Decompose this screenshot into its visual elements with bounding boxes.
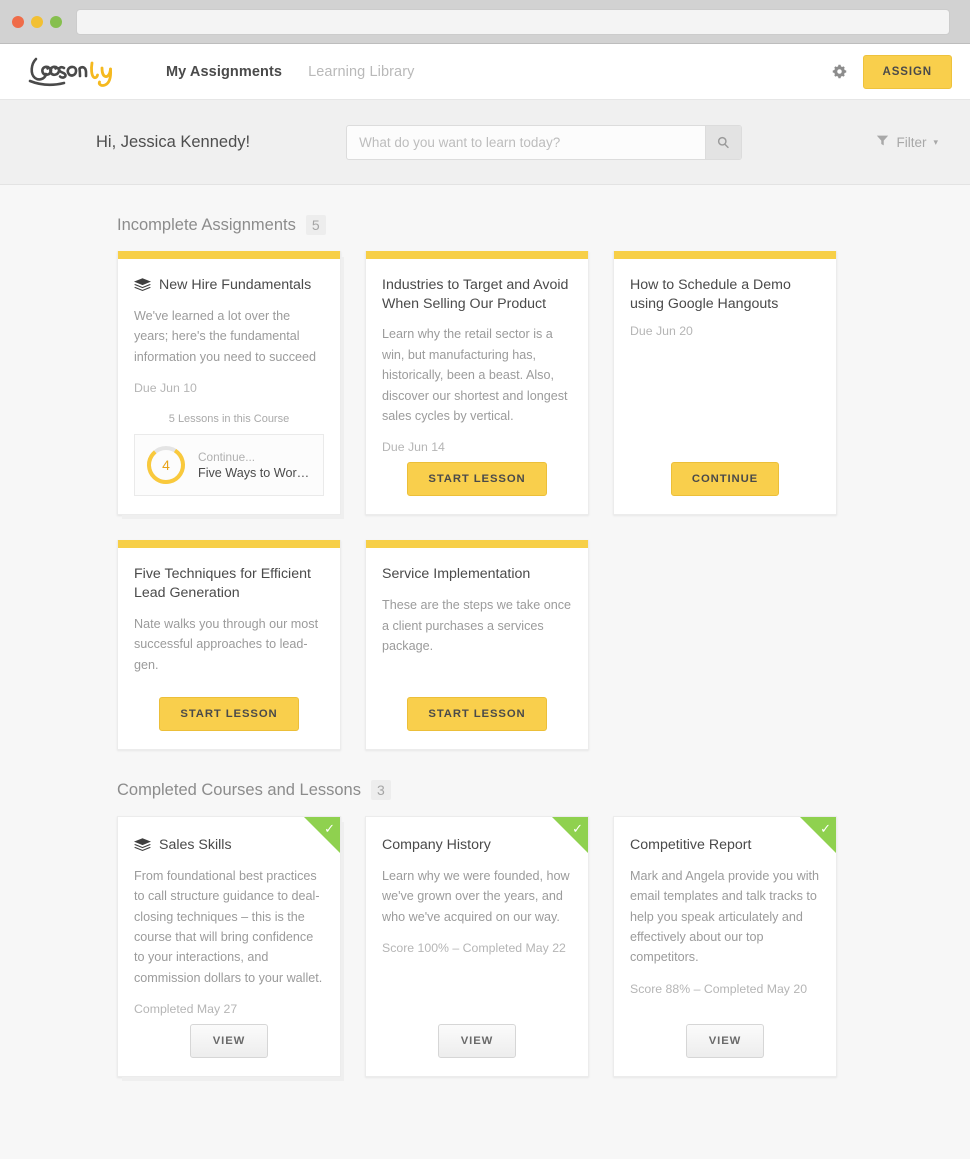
lessonly-logo[interactable] [26,50,122,94]
card-due-date: Due Jun 14 [382,440,445,455]
progress-ring: 4 [145,444,187,486]
url-bar[interactable] [76,8,950,35]
filter-label: Filter [896,134,927,150]
traffic-lights [12,15,62,28]
completed-ribbon: ✓ [304,817,340,854]
completed-card[interactable]: ✓ Company History Learn why we were foun… [365,816,589,1078]
card-due-date: Due Jun 10 [134,380,197,395]
assignment-card[interactable]: Service Implementation These are the ste… [365,540,589,751]
assignment-card[interactable]: Industries to Target and Avoid When Sell… [365,251,589,516]
minimize-dot[interactable] [31,15,43,28]
continue-lesson-box[interactable]: 4 Continue... Five Ways to Work Smart... [134,434,324,497]
card-accent-bar [614,251,836,259]
card-description: These are the steps we take once a clien… [382,598,572,653]
continue-button[interactable]: CONTINUE [670,462,780,497]
section-header-completed: Completed Courses and Lessons 3 [0,750,970,816]
card-score-and-date: Score 88% – Completed May 20 [630,981,808,996]
assignment-card[interactable]: New Hire Fundamentals We've learned a lo… [117,251,341,516]
card-accent-bar [118,540,340,549]
completed-card[interactable]: ✓ Competitive Report Mark and Angela pro… [613,816,837,1078]
close-dot[interactable] [12,15,24,28]
card-accent-bar [366,540,588,549]
card-title: Five Techniques for Efficient Lead Gener… [134,566,311,602]
card-description: Nate walks you through our most successf… [134,616,319,672]
gear-icon[interactable] [832,64,847,79]
completed-ribbon: ✓ [800,817,836,854]
stack-icon [134,278,151,293]
card-title: Industries to Target and Avoid When Sell… [382,277,569,312]
view-button[interactable]: VIEW [437,1024,517,1059]
card-accent-bar [118,251,340,259]
card-description: Mark and Angela provide you with email t… [630,868,820,965]
assignment-card[interactable]: Five Techniques for Efficient Lead Gener… [117,540,341,751]
search-input[interactable] [347,125,706,159]
search-bar [346,124,743,160]
chevron-down-icon: ▾ [933,136,938,147]
search-button[interactable] [705,125,742,159]
continue-label: Continue... [198,449,256,464]
section-count-badge: 5 [305,215,326,235]
zoom-dot[interactable] [50,15,62,28]
card-description: We've learned a lot over the years; here… [134,308,317,364]
greeting-text: Hi, Jessica Kennedy! [96,132,251,151]
check-icon: ✓ [820,821,831,837]
section-count-badge: 3 [370,780,391,801]
nav-right: ASSIGN [832,54,952,89]
card-title: Company History [382,837,491,854]
card-description: Learn why the retail sector is a win, bu… [382,327,568,424]
completed-courses-grid: ✓ Sales Skills From foundational best pr… [0,816,970,1078]
completed-ribbon: ✓ [552,817,588,854]
card-score-and-date: Score 100% – Completed May 22 [382,940,566,955]
nav-links: My Assignments Learning Library [166,64,414,80]
stack-icon [134,838,151,853]
card-title: Sales Skills [159,837,232,854]
assignment-card[interactable]: How to Schedule a Demo using Google Hang… [613,251,837,516]
funnel-icon [876,134,889,150]
card-description: Learn why we were founded, how we've gro… [382,868,570,924]
nav-link-my-assignments[interactable]: My Assignments [166,64,282,80]
card-due-date: Due Jun 20 [630,324,693,339]
view-button[interactable]: VIEW [189,1024,269,1059]
card-title: Service Implementation [382,566,531,583]
card-title: Competitive Report [630,837,752,854]
check-icon: ✓ [324,821,335,837]
greeting-bar: Hi, Jessica Kennedy! Filter ▾ [0,100,970,185]
start-lesson-button[interactable]: START LESSON [407,697,547,732]
nav-link-learning-library[interactable]: Learning Library [308,64,414,80]
card-title: How to Schedule a Demo using Google Hang… [630,277,791,312]
section-header-incomplete: Incomplete Assignments 5 [0,185,970,251]
start-lesson-button[interactable]: START LESSON [407,462,547,497]
app-root: My Assignments Learning Library ASSIGN H… [0,0,970,1159]
card-description: From foundational best practices to call… [134,868,323,985]
browser-chrome [0,0,970,44]
card-completed-date: Completed May 27 [134,1002,238,1017]
incomplete-assignments-grid: New Hire Fundamentals We've learned a lo… [0,251,970,751]
main-content: Incomplete Assignments 5 New Hire Fundam… [0,185,970,1142]
assign-button[interactable]: ASSIGN [862,54,952,89]
card-title: New Hire Fundamentals [159,277,312,293]
section-title: Completed Courses and Lessons [117,781,361,800]
card-accent-bar [366,251,588,259]
section-title: Incomplete Assignments [117,216,296,234]
completed-card[interactable]: ✓ Sales Skills From foundational best pr… [117,816,341,1078]
filter-control[interactable]: Filter ▾ [876,134,938,150]
start-lesson-button[interactable]: START LESSON [159,697,299,732]
lessons-count-label: 5 Lessons in this Course [168,413,290,426]
top-navigation: My Assignments Learning Library ASSIGN [0,44,970,100]
continue-lesson-title: Five Ways to Work Smart... [198,465,313,480]
check-icon: ✓ [572,821,583,837]
view-button[interactable]: VIEW [685,1024,765,1059]
progress-number: 4 [162,457,170,474]
